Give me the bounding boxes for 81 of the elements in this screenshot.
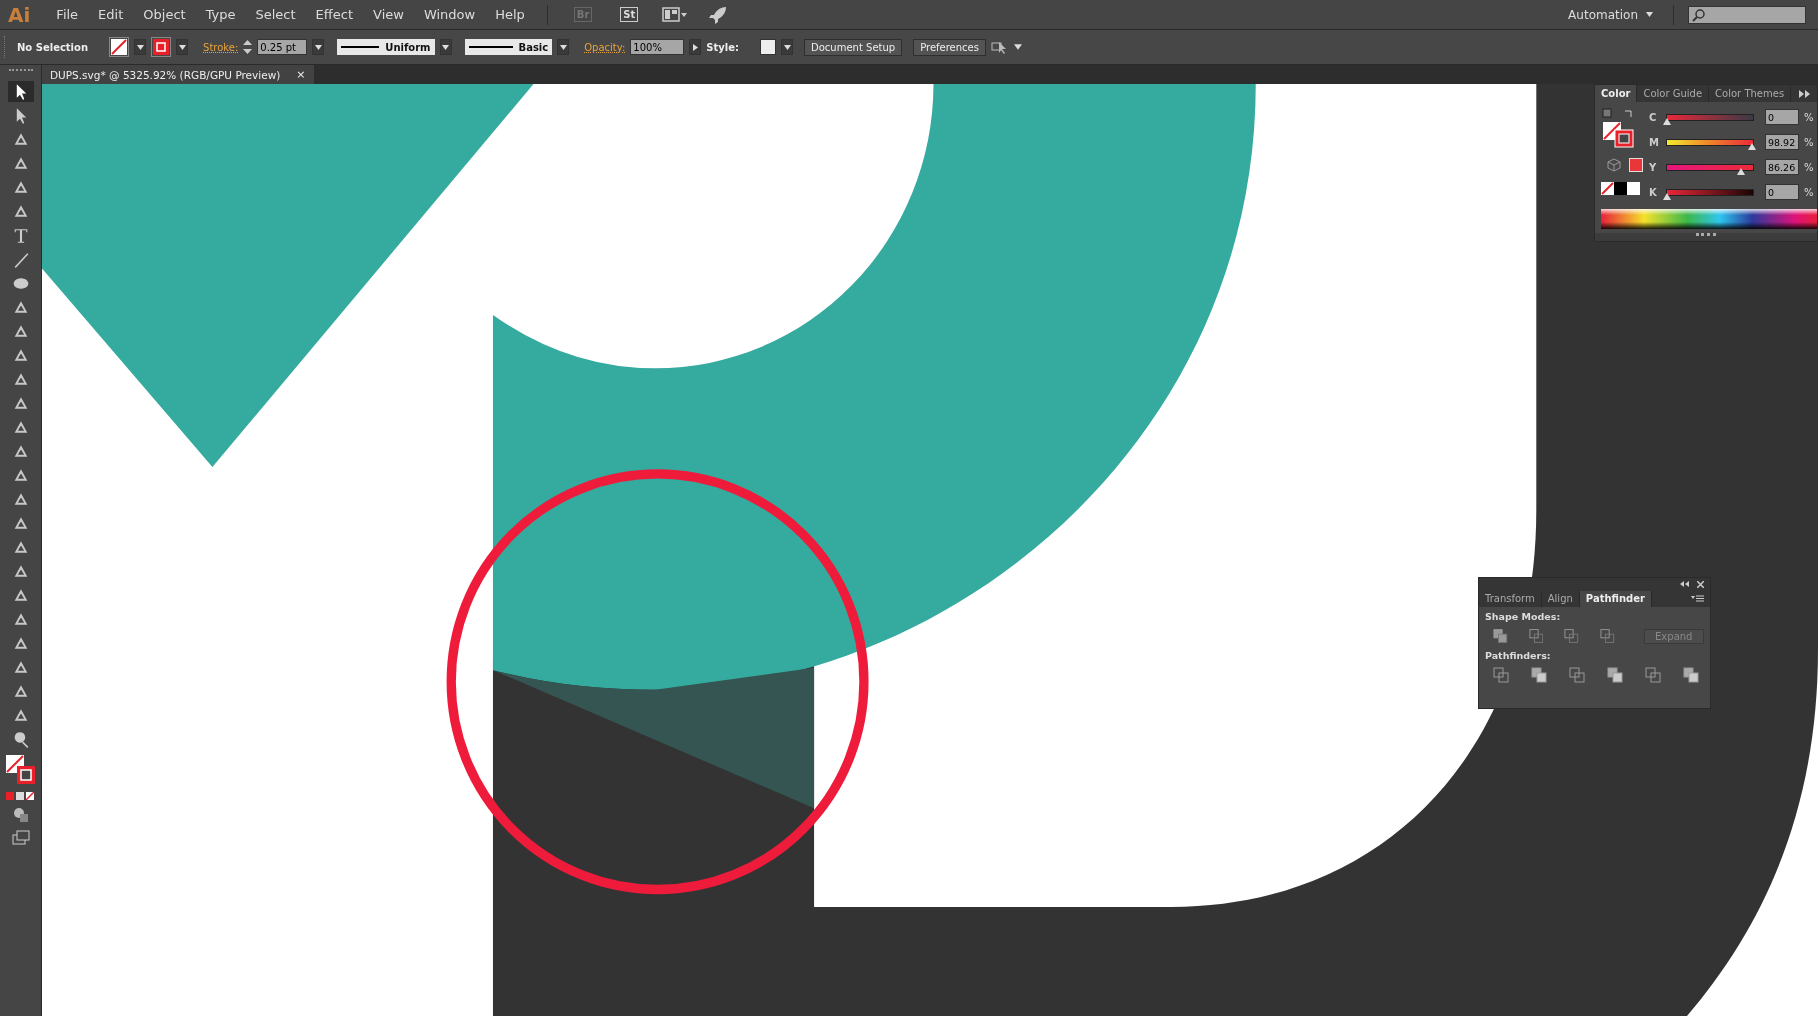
opacity-label[interactable]: Opacity: [584, 41, 626, 53]
stroke-label[interactable]: Stroke: [203, 41, 239, 53]
spinner-arrows-icon[interactable] [243, 39, 253, 55]
isolate-icon[interactable] [990, 39, 1009, 55]
document-title: DUPS.svg* @ 5325.92% (RGB/GPU Preview) [50, 68, 281, 81]
channel-label: Y [1649, 161, 1658, 173]
slider-thumb[interactable] [1663, 192, 1671, 200]
opacity-field[interactable]: 100% [630, 39, 685, 55]
document-tab[interactable]: DUPS.svg* @ 5325.92% (RGB/GPU Preview) × [42, 65, 314, 84]
style-label: Style: [706, 41, 740, 53]
panel-menu-icon[interactable] [1691, 595, 1704, 602]
percent-unit: % [1804, 161, 1814, 173]
toolbar-button[interactable]: Document Setup [804, 38, 903, 56]
pathfinder-icon[interactable] [1569, 667, 1585, 683]
cube-icon [1607, 158, 1621, 172]
rocket-icon[interactable] [708, 4, 729, 25]
stroke-swatch[interactable] [151, 37, 172, 57]
search-icon [1692, 7, 1706, 22]
pathfinder-icon[interactable] [1607, 667, 1623, 683]
search-field[interactable] [1688, 5, 1806, 24]
section-label: Shape Modes: [1485, 611, 1562, 622]
selection-status: No Selection [17, 41, 89, 53]
fill-stroke-icon[interactable] [3, 753, 38, 787]
app-logo: Ai [8, 2, 31, 27]
channel-label: C [1649, 111, 1658, 123]
slider-thumb[interactable] [1737, 167, 1746, 175]
menu-item[interactable]: Select [247, 7, 304, 22]
quick-swatches-icon[interactable] [1601, 182, 1641, 196]
percent-unit: % [1804, 111, 1814, 123]
color-swatch[interactable] [1629, 158, 1643, 172]
pathfinder-icon[interactable] [1531, 667, 1547, 683]
menu-item[interactable]: Effect [307, 7, 362, 22]
pathfinder-icon[interactable] [1493, 667, 1509, 683]
channel-value-field[interactable]: 0 [1765, 109, 1799, 125]
channel-label: M [1649, 136, 1660, 148]
channel-value-field[interactable]: 86.26 [1765, 159, 1799, 175]
panel-tab[interactable]: Color [1595, 85, 1638, 102]
pathfinder-icon[interactable] [1683, 667, 1699, 683]
caret-icon [1646, 12, 1653, 17]
channel-label: K [1649, 186, 1658, 198]
menu-item[interactable]: View [365, 7, 412, 22]
slider-thumb[interactable] [1748, 142, 1757, 150]
shape-mode-icon[interactable] [1564, 628, 1579, 644]
slider-thumb[interactable] [1663, 117, 1671, 125]
menu-item[interactable]: Edit [90, 7, 132, 22]
color-spectrum[interactable] [1601, 209, 1817, 229]
panel-tab[interactable]: Align [1541, 590, 1580, 607]
section-label: Pathfinders: [1485, 650, 1552, 661]
shape-mode-icon[interactable] [1493, 628, 1508, 644]
collapse-icon[interactable] [1680, 581, 1689, 587]
dropdown-arrow[interactable] [1013, 44, 1022, 50]
percent-unit: % [1804, 186, 1814, 198]
workspace-switcher[interactable]: Automation [1568, 7, 1653, 22]
selection-tool-icon[interactable] [7, 81, 34, 102]
variable-width-profile[interactable]: Uniform [337, 39, 435, 55]
panel-tab[interactable]: Pathfinder [1579, 590, 1652, 607]
stroke-weight-field[interactable]: 0.25 pt [257, 39, 308, 55]
menu-item[interactable]: Window [415, 7, 484, 22]
menu-item[interactable]: Type [197, 7, 244, 22]
shape-mode-icon[interactable] [1599, 628, 1615, 644]
pathfinder-icon[interactable] [1645, 667, 1661, 683]
panel-tab[interactable]: Color Themes [1709, 85, 1792, 102]
color-mode-icon[interactable] [3, 790, 38, 802]
channel-value-field[interactable]: 0 [1765, 184, 1799, 200]
close-icon[interactable] [1697, 580, 1704, 588]
channel-value-field[interactable]: 98.92 [1765, 134, 1799, 150]
app-launch-button[interactable]: St [620, 7, 639, 22]
graphic-style-swatch[interactable] [760, 39, 777, 55]
collapse-icon[interactable] [1799, 89, 1811, 98]
panel-tab[interactable]: Transform [1479, 590, 1542, 607]
close-tab-button[interactable]: × [296, 68, 306, 81]
menu-item[interactable]: Object [135, 7, 194, 22]
panel-tab[interactable]: Color Guide [1637, 85, 1710, 102]
arrange-documents-icon[interactable] [662, 5, 689, 24]
shape-mode-icon[interactable] [1528, 628, 1544, 644]
brush-definition[interactable]: Basic [464, 39, 553, 55]
menu-item[interactable]: Help [487, 7, 533, 22]
toolbar-button[interactable]: Preferences [913, 38, 986, 56]
percent-unit: % [1804, 136, 1814, 148]
fill-swatch[interactable] [109, 37, 130, 57]
menu-item[interactable]: File [48, 7, 87, 22]
